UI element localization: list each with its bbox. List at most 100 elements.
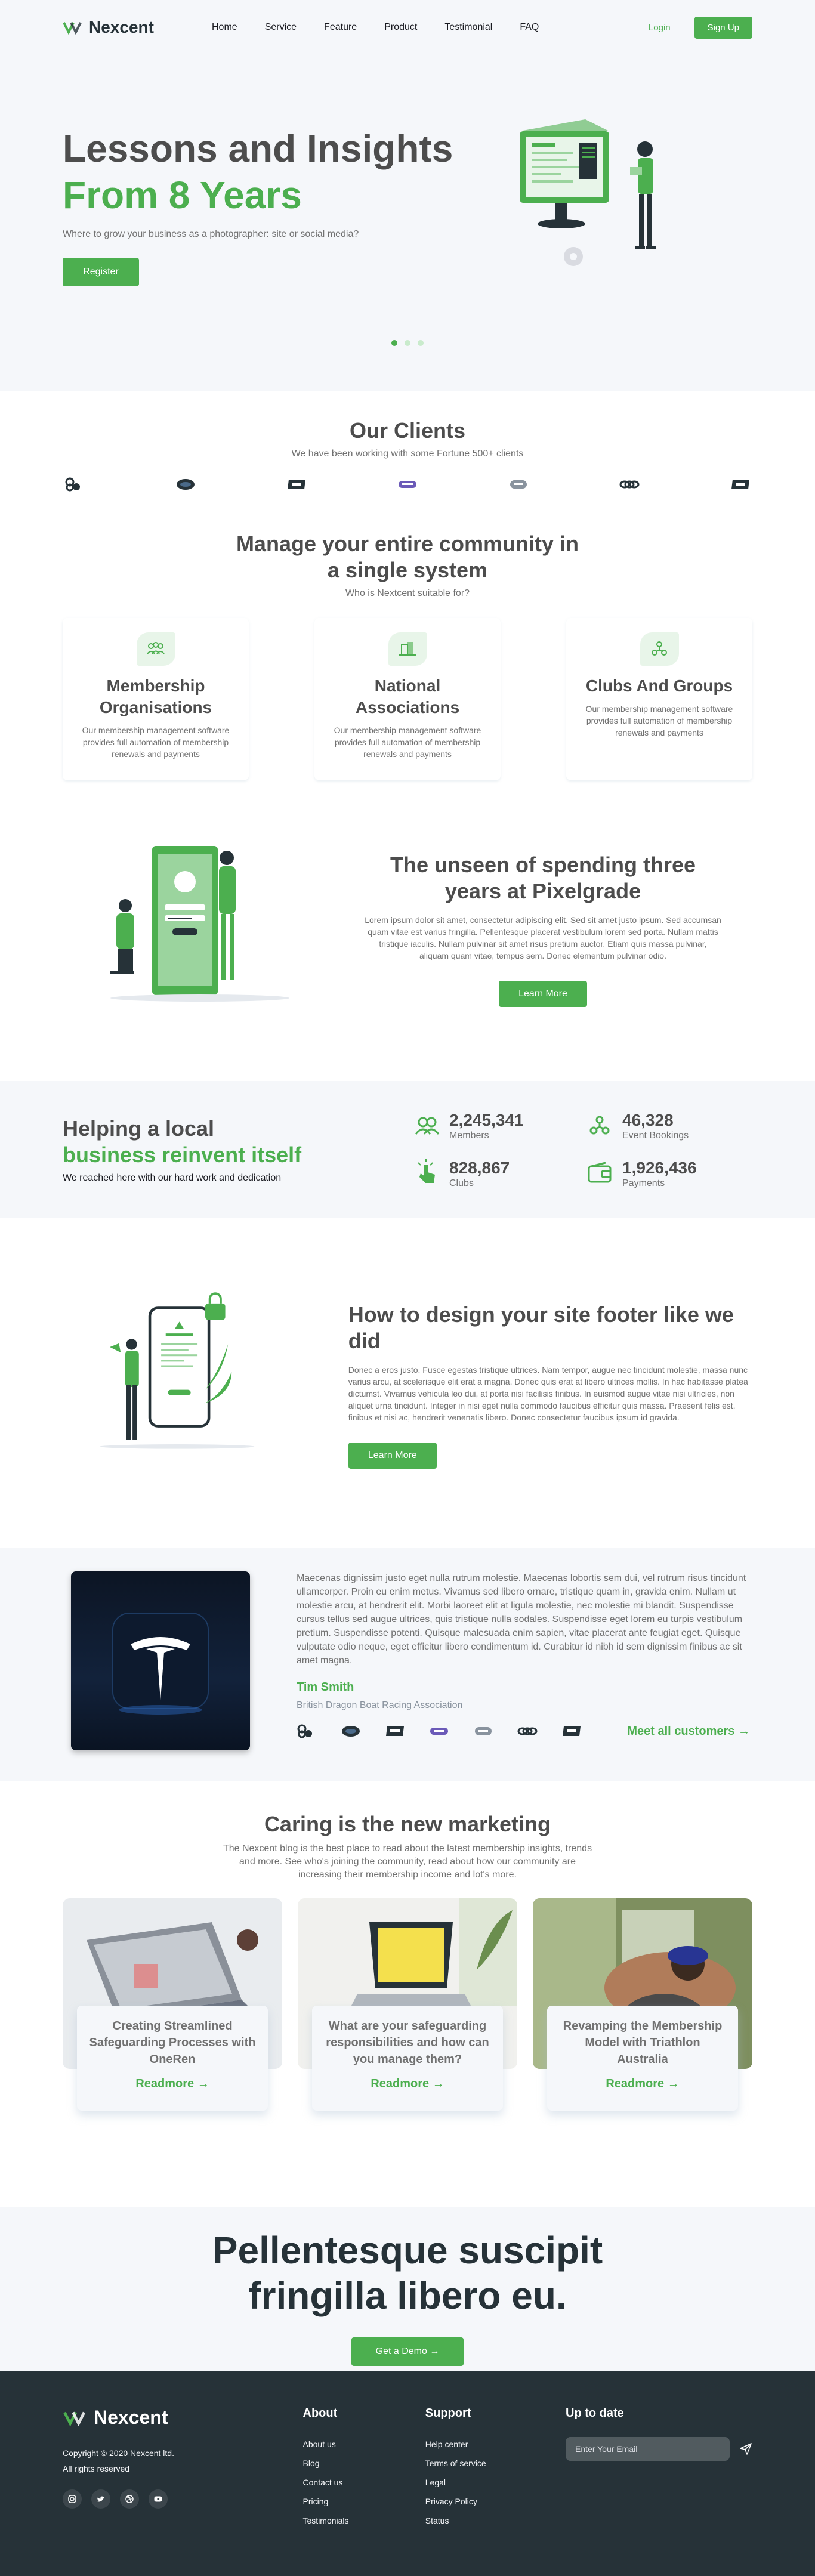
testimonial-org: British Dragon Boat Racing Association — [297, 1700, 463, 1710]
footer-link-terms[interactable]: Terms of service — [425, 2454, 548, 2473]
blog-post[interactable]: Creating Streamlined Safeguarding Proces… — [63, 1898, 282, 2120]
members-icon — [415, 1117, 440, 1135]
arrow-right-icon: → — [667, 2077, 680, 2090]
dribbble-icon[interactable] — [120, 2489, 139, 2509]
footer-support-column: Support Help center Terms of service Leg… — [425, 2407, 548, 2530]
footer-link-about-us[interactable]: About us — [303, 2435, 425, 2454]
footer-link-contact[interactable]: Contact us — [303, 2473, 425, 2492]
footer-link-status[interactable]: Status — [425, 2511, 548, 2530]
click-icon — [418, 1159, 435, 1183]
client-logo-3 — [386, 1726, 404, 1736]
readmore-label: Readmore — [135, 2077, 195, 2090]
client-logo-4 — [396, 475, 419, 494]
footer-link-testimonials[interactable]: Testimonials — [303, 2511, 425, 2530]
blog-post-card: What are your safeguarding responsibilit… — [312, 2006, 503, 2111]
footer-link-legal[interactable]: Legal — [425, 2473, 548, 2492]
nav-home[interactable]: Home — [212, 22, 237, 33]
nav-feature[interactable]: Feature — [324, 22, 357, 33]
feature-footer-section: How to design your site footer like we d… — [0, 1260, 815, 1511]
footer-about-column: About About us Blog Contact us Pricing T… — [303, 2407, 425, 2530]
blog-post[interactable]: Revamping the Membership Model with Tria… — [533, 1898, 752, 2120]
stat-value: 2,245,341 — [449, 1111, 524, 1129]
testimonial-image — [71, 1571, 250, 1750]
top-nav: Nexcent Home Service Feature Product Tes… — [63, 0, 752, 55]
nav-testimonial[interactable]: Testimonial — [444, 22, 492, 33]
footer-link-blog[interactable]: Blog — [303, 2454, 425, 2473]
blog-section: Caring is the new marketing The Nexcent … — [0, 1781, 815, 2120]
card-title: Clubs And Groups — [585, 677, 733, 695]
community-block: Manage your entire community in a single… — [63, 531, 752, 780]
stat-value: 1,926,436 — [622, 1159, 697, 1177]
carousel-dot[interactable] — [405, 340, 410, 346]
readmore-link[interactable]: Readmore → — [559, 2077, 726, 2091]
blog-post[interactable]: What are your safeguarding responsibilit… — [298, 1898, 517, 2120]
readmore-link[interactable]: Readmore → — [89, 2077, 256, 2091]
footer-newsletter: Up to date — [566, 2407, 752, 2530]
footer-newsletter-title: Up to date — [566, 2407, 624, 2420]
stats-section: Helping a local business reinvent itself… — [0, 1081, 815, 1218]
blog-title: Caring is the new marketing — [264, 1812, 551, 1836]
blog-post-card: Revamping the Membership Model with Tria… — [547, 2006, 738, 2111]
instagram-icon[interactable] — [63, 2489, 82, 2509]
community-card-national[interactable]: National Associations Our membership man… — [314, 618, 501, 780]
clients-section: Our Clients We have been working with so… — [0, 391, 815, 1025]
arrow-right-icon: → — [197, 2077, 209, 2090]
client-logo-4 — [430, 1728, 448, 1735]
community-card-membership[interactable]: Membership Organisations Our membership … — [63, 618, 249, 780]
client-logo-2 — [342, 1726, 360, 1737]
send-icon[interactable] — [739, 2442, 752, 2455]
brand-logo[interactable]: Nexcent — [63, 18, 206, 37]
nav-service[interactable]: Service — [265, 22, 297, 33]
feature2-illustration — [100, 1292, 255, 1449]
client-logo-1 — [63, 475, 87, 494]
card-text: Our membership management software provi… — [585, 704, 733, 737]
carousel-dot[interactable] — [391, 340, 397, 346]
register-button[interactable]: Register — [63, 258, 139, 286]
nav-faq[interactable]: FAQ — [520, 22, 539, 33]
footer-link-privacy[interactable]: Privacy Policy — [425, 2492, 548, 2511]
cta-section: Pellentesque suscipit fringilla libero e… — [0, 2207, 815, 2371]
arrow-right-icon: → — [430, 2346, 440, 2356]
signup-button[interactable]: Sign Up — [694, 16, 752, 39]
login-button[interactable]: Login — [649, 23, 671, 33]
hero-illustration — [520, 119, 656, 266]
twitter-icon[interactable] — [91, 2489, 110, 2509]
stats-title-line2: business reinvent itself — [63, 1142, 302, 1167]
carousel-dot[interactable] — [418, 340, 424, 346]
client-logo-2 — [174, 475, 197, 494]
stat-label: Event Bookings — [622, 1131, 689, 1141]
tesla-logo-icon — [112, 1613, 209, 1715]
stat-label: Members — [449, 1131, 489, 1141]
footer: Nexcent Copyright © 2020 Nexcent ltd. Al… — [0, 2371, 815, 2576]
feature-illustration — [110, 846, 289, 1002]
wallet-icon — [588, 1162, 612, 1183]
nav-product[interactable]: Product — [384, 22, 417, 33]
meet-all-customers-link[interactable]: Meet all customers → — [627, 1725, 750, 1738]
footer-link-pricing[interactable]: Pricing — [303, 2492, 425, 2511]
email-input[interactable] — [566, 2437, 730, 2461]
feature1-text: Lorem ipsum dolor sit amet, consectetur … — [365, 915, 721, 960]
building-icon — [399, 642, 416, 656]
footer-brand-name: Nexcent — [94, 2407, 168, 2428]
readmore-label: Readmore — [371, 2077, 430, 2090]
stat-value: 828,867 — [449, 1159, 510, 1177]
community-title: Manage your entire community in a single… — [236, 532, 579, 582]
footer-logo[interactable]: Nexcent — [63, 2407, 303, 2429]
stat-value: 46,328 — [622, 1111, 674, 1129]
footer-social — [63, 2489, 303, 2509]
blog-post-card: Creating Streamlined Safeguarding Proces… — [77, 2006, 268, 2111]
footer-link-help-center[interactable]: Help center — [425, 2435, 548, 2454]
community-card-clubs[interactable]: Clubs And Groups Our membership manageme… — [566, 618, 752, 780]
arrow-right-icon: → — [432, 2077, 444, 2090]
get-demo-button[interactable]: Get a Demo → — [351, 2337, 464, 2366]
readmore-link[interactable]: Readmore → — [324, 2077, 491, 2091]
footer-copyright: Copyright © 2020 Nexcent ltd. — [63, 2448, 174, 2458]
hand-icon — [652, 641, 667, 656]
footer-about-title: About — [302, 2407, 338, 2420]
client-logo-5 — [507, 475, 530, 494]
feature2-learn-more-button[interactable]: Learn More — [348, 1443, 437, 1469]
feature1-learn-more-button[interactable]: Learn More — [499, 981, 587, 1007]
readmore-label: Readmore — [606, 2077, 665, 2090]
youtube-icon[interactable] — [149, 2489, 168, 2509]
feature1-title: The unseen of spending three years at Pi… — [390, 853, 696, 903]
